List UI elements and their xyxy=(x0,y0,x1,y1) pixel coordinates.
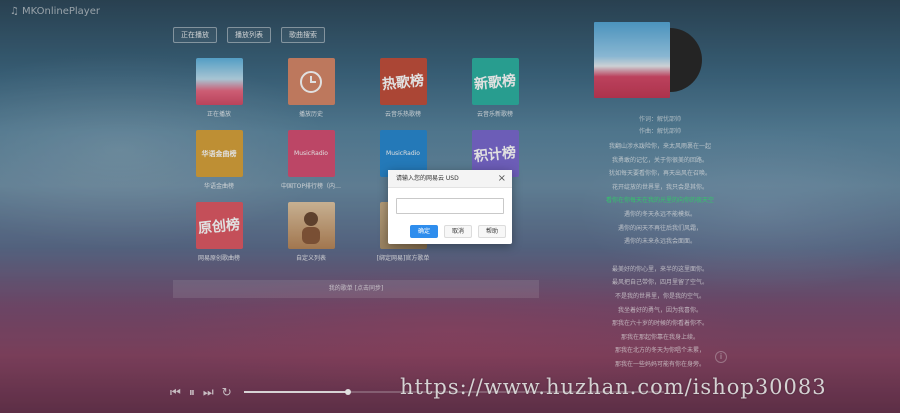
dialog-title: 请输入您的网易云 USD xyxy=(388,170,512,188)
cancel-button[interactable]: 取消 xyxy=(444,225,472,238)
dialog-actions: 确定 取消 帮助 xyxy=(410,225,506,238)
ok-button[interactable]: 确定 xyxy=(410,225,438,238)
help-button[interactable]: 帮助 xyxy=(478,225,506,238)
login-dialog: 请输入您的网易云 USD × 确定 取消 帮助 xyxy=(388,170,512,244)
close-icon[interactable]: × xyxy=(498,173,506,184)
uid-input[interactable] xyxy=(396,198,504,214)
